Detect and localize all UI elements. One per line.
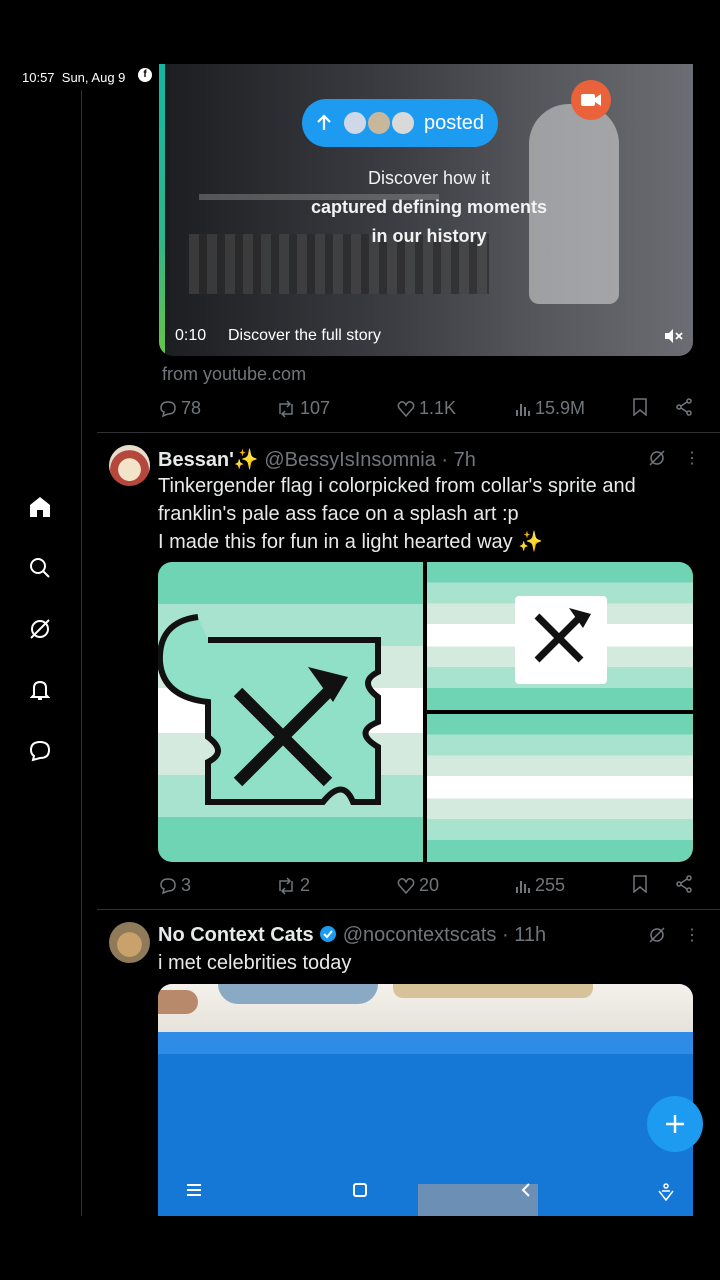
video-accent-edge (159, 64, 165, 356)
views-button[interactable]: 255 (515, 875, 565, 896)
home-nav-icon[interactable] (352, 1182, 368, 1198)
top-black-band (0, 0, 720, 64)
reply-button[interactable]: 3 (159, 875, 191, 896)
system-nav-bar (0, 1168, 720, 1216)
share-icon (676, 875, 692, 893)
avatar[interactable] (109, 445, 150, 486)
divider (97, 909, 720, 910)
bottom-black-band (0, 1216, 720, 1280)
arrow-up-icon (317, 114, 331, 130)
grok-icon[interactable] (649, 927, 665, 943)
photo-edge (158, 1032, 693, 1054)
tweet-media[interactable] (158, 562, 693, 862)
avatar (390, 110, 416, 136)
tweet-text: Tinkergender flag i colorpicked from col… (158, 475, 636, 553)
repost-icon (279, 399, 293, 418)
status-time: 10:57 Sun, Aug 9 (22, 70, 126, 85)
search-icon[interactable] (26, 554, 54, 582)
repost-icon (279, 876, 293, 895)
posted-label: posted (424, 111, 485, 134)
photo-object (393, 984, 593, 998)
screen-record-button[interactable] (571, 80, 611, 120)
facebook-icon: f (138, 68, 152, 82)
bookmark-icon (633, 398, 647, 416)
handle[interactable]: @nocontextscats · 11h (343, 924, 546, 946)
handle[interactable]: @BessyIsInsomnia · 7h (264, 449, 476, 471)
back-icon[interactable] (518, 1182, 534, 1198)
repost-button[interactable]: 107 (276, 398, 330, 419)
tweet-actions: 78 107 1.1K 15.9M (159, 398, 695, 422)
video-time: 0:10 (175, 327, 207, 344)
reply-icon (160, 877, 176, 894)
heart-icon (397, 400, 415, 417)
messages-icon[interactable] (26, 737, 54, 765)
more-icon[interactable]: ⋮ (684, 448, 700, 468)
notifications-icon[interactable] (26, 676, 54, 704)
share-button[interactable] (675, 398, 693, 416)
accessibility-icon[interactable] (656, 1182, 676, 1202)
share-button[interactable] (675, 875, 693, 893)
avatar[interactable] (109, 922, 150, 963)
bookmark-button[interactable] (633, 875, 647, 893)
plus-icon (666, 1115, 684, 1133)
heart-icon (397, 877, 415, 894)
tinker-emblem-icon (158, 614, 381, 805)
share-icon (676, 398, 692, 416)
grok-icon[interactable] (26, 615, 54, 643)
video-title: Discover the full story (228, 327, 381, 344)
display-name[interactable]: No Context Cats (158, 924, 314, 946)
bookmark-icon (633, 875, 647, 893)
tweet-header[interactable]: Bessan'✨ @BessyIsInsomnia · 7h (158, 447, 476, 472)
flag-image-3[interactable] (427, 714, 693, 862)
photo-object (218, 984, 378, 1004)
mute-icon[interactable] (663, 328, 683, 344)
new-posts-pill[interactable]: posted (302, 99, 499, 147)
app-root: 10:57 Sun, Aug 9 f ··· 15 (0, 0, 720, 1280)
sidebar (0, 90, 82, 1216)
video-caption: Discover how it captured defining moment… (310, 168, 548, 246)
views-button[interactable]: 15.9M (515, 398, 585, 419)
bookmark-button[interactable] (633, 398, 647, 416)
display-name[interactable]: Bessan'✨ (158, 449, 259, 471)
menu-icon[interactable] (186, 1182, 202, 1198)
tinker-emblem-icon (515, 596, 607, 684)
home-icon[interactable] (26, 493, 54, 521)
compose-button[interactable] (647, 1096, 703, 1152)
avatar (342, 110, 368, 136)
flag-image-1[interactable] (158, 562, 423, 862)
like-button[interactable]: 20 (397, 875, 439, 896)
tweet-header[interactable]: No Context Cats @nocontextscats · 11h (158, 924, 546, 947)
views-icon (516, 403, 530, 416)
more-icon[interactable]: ⋮ (684, 925, 700, 945)
divider (97, 432, 720, 433)
flag-image-2[interactable] (427, 562, 693, 710)
views-icon (516, 880, 530, 893)
avatar (366, 110, 392, 136)
verified-badge-icon (320, 926, 337, 942)
tweet-actions: 3 2 20 255 (159, 875, 695, 899)
like-button[interactable]: 1.1K (397, 398, 456, 419)
tweet-text: i met celebrities today (158, 952, 352, 974)
link-source[interactable]: from youtube.com (162, 364, 306, 385)
photo-object (158, 990, 198, 1014)
grok-icon[interactable] (649, 450, 665, 466)
reply-icon (160, 400, 176, 417)
repost-button[interactable]: 2 (276, 875, 310, 896)
reply-button[interactable]: 78 (159, 398, 201, 419)
